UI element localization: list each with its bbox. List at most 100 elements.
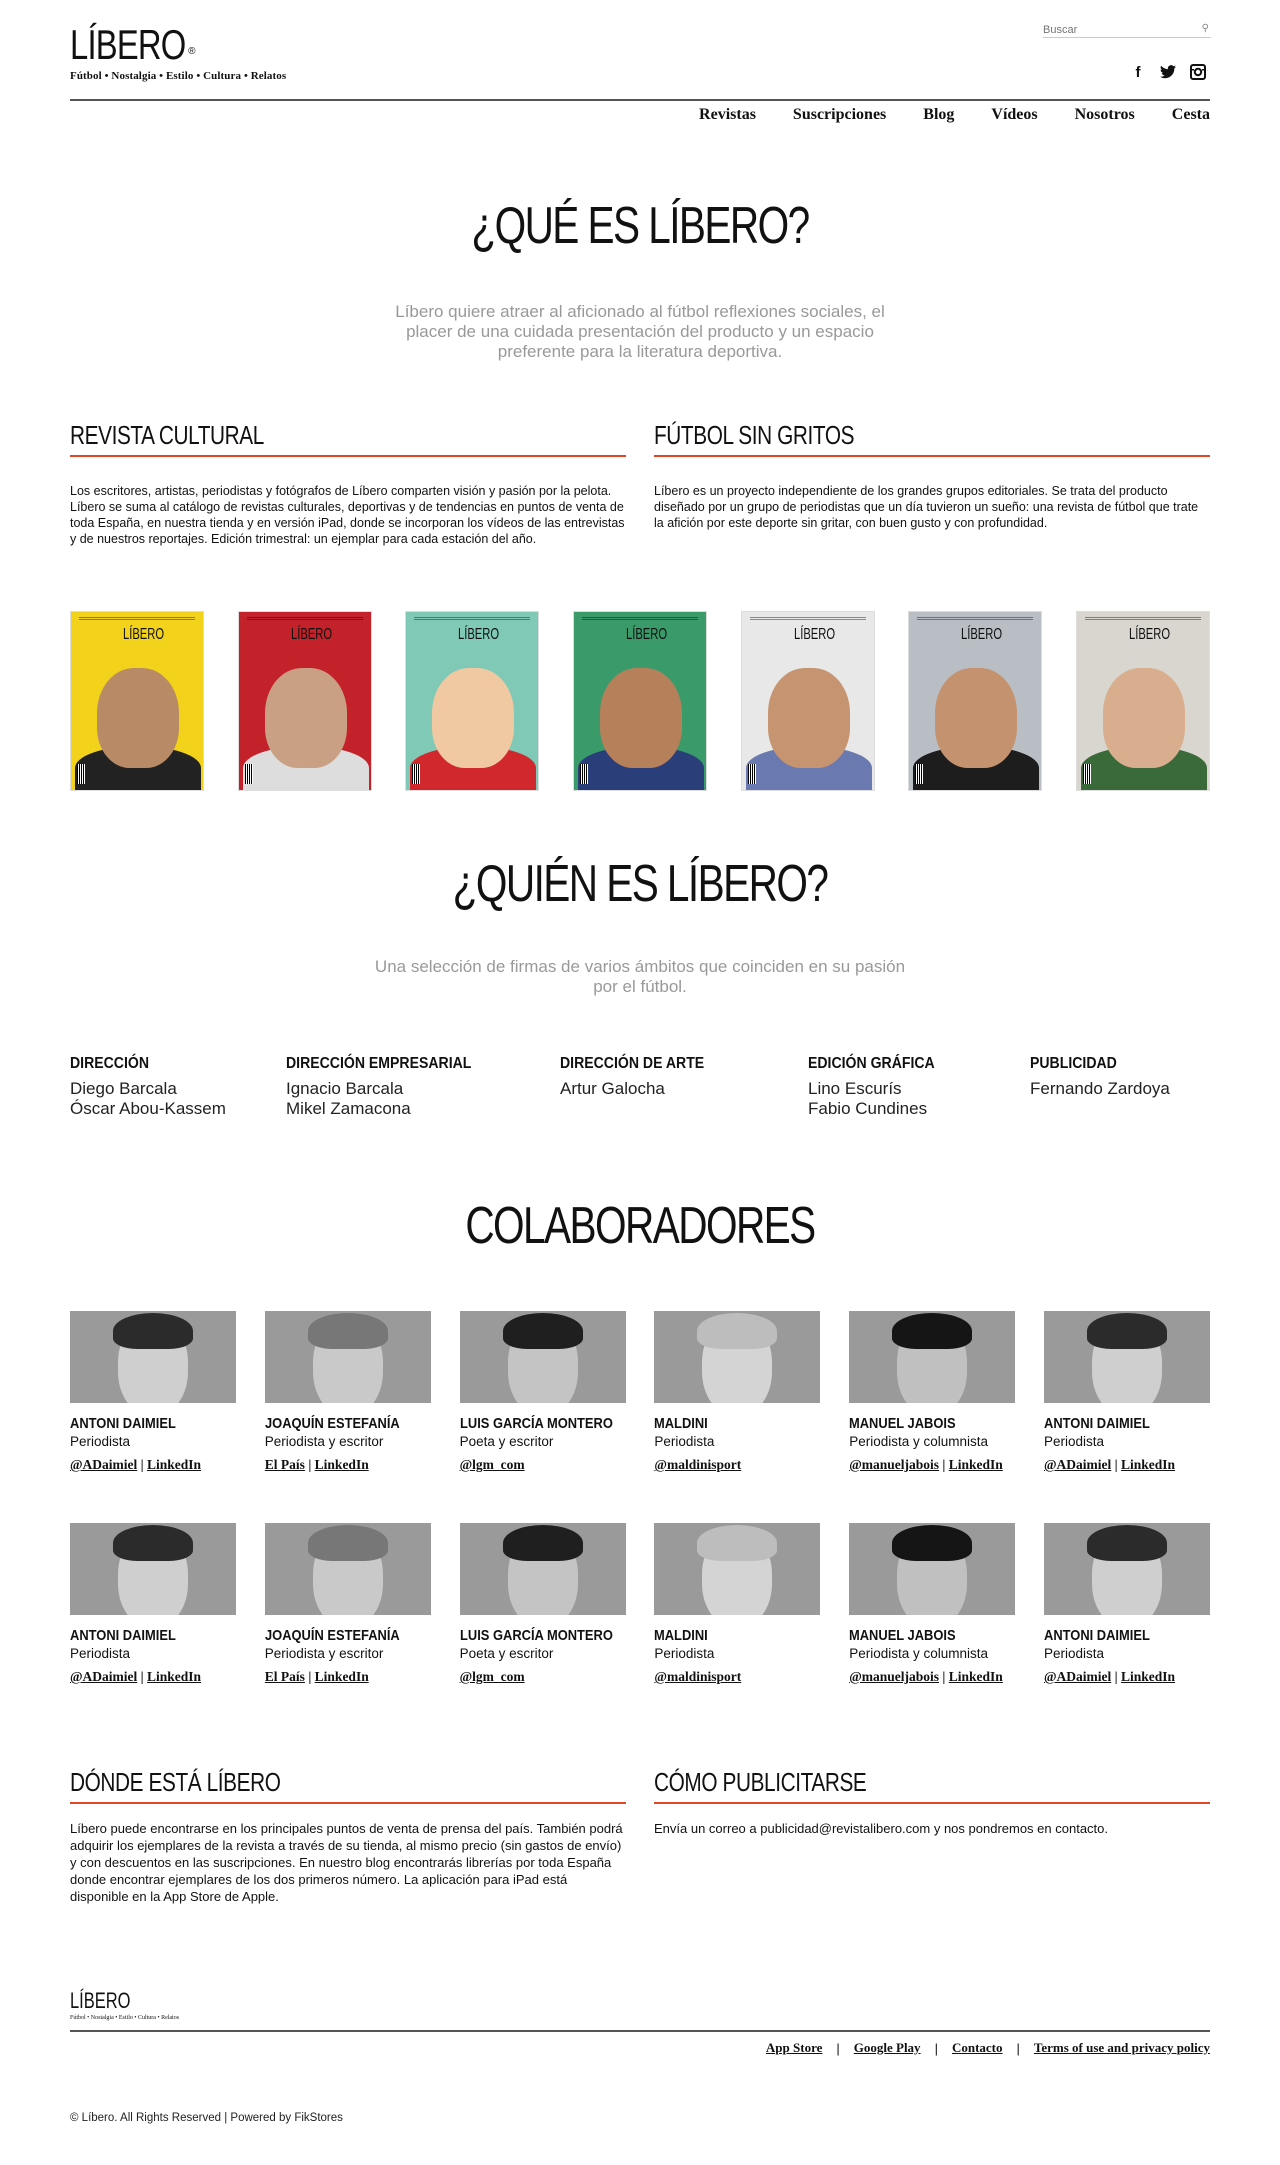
collaborator-name: LUIS GARCÍA MONTERO <box>459 1627 613 1644</box>
collaborator-link[interactable]: @manueljabois <box>849 1669 939 1684</box>
collaborator-card: MANUEL JABOIS Periodista y columnista @man… <box>849 1311 1016 1473</box>
collaborator-photo <box>459 1523 626 1615</box>
collaborator-link[interactable]: LinkedIn <box>147 1457 201 1472</box>
nav-nosotros[interactable]: Nosotros <box>1075 106 1135 124</box>
team-member-name: Lino Escurís <box>808 1079 902 1098</box>
collaborator-link[interactable]: LinkedIn <box>1121 1669 1175 1684</box>
twitter-icon[interactable] <box>1160 64 1176 80</box>
nav-suscripciones[interactable]: Suscripciones <box>793 106 886 124</box>
magazine-cover[interactable]: LÍBERO <box>740 611 875 791</box>
footer-link-terms[interactable]: Terms of use and privacy policy <box>1034 2040 1210 2056</box>
nav-blog[interactable]: Blog <box>923 106 954 124</box>
section-title: CÓMO PUBLICITARSE <box>654 1767 867 1797</box>
site-logo[interactable]: LÍBERO ® Fútbol • Nostalgia • Estilo • Cu… <box>70 21 287 83</box>
section-rule <box>654 1802 1210 1804</box>
footer-link-google-play[interactable]: Google Play <box>854 2040 921 2056</box>
cover-masthead: LÍBERO <box>1128 626 1171 643</box>
collaborator-card: ANTONI DAIMIEL Periodista @ADaimiel | Link… <box>70 1523 236 1685</box>
nav-cesta[interactable]: Cesta <box>1172 106 1210 124</box>
team-role: EDICIÓN GRÁFICA <box>808 1055 935 1072</box>
section-title: REVISTA CULTURAL <box>70 420 264 450</box>
collaborator-link[interactable]: LinkedIn <box>147 1669 201 1684</box>
team-member-name: Artur Galocha <box>560 1079 665 1098</box>
nav-videos[interactable]: Vídeos <box>991 106 1037 124</box>
collaborator-card: MALDINI Periodista @maldinisport <box>654 1311 821 1473</box>
nav-revistas[interactable]: Revistas <box>699 106 756 124</box>
facebook-icon[interactable]: f <box>1130 64 1146 81</box>
collaborator-link[interactable]: El País <box>265 1669 305 1684</box>
photo-hair <box>502 1525 583 1561</box>
social-links: f <box>1130 64 1206 81</box>
search-box: ⚲ <box>1043 20 1211 38</box>
collaborator-link[interactable]: @ADaimiel <box>1044 1669 1111 1684</box>
collaborator-role: Poeta y escritor <box>459 1434 554 1449</box>
footer-separator: | <box>1016 2040 1020 2056</box>
collaborator-link[interactable]: @ADaimiel <box>70 1669 137 1684</box>
section-text: Líbero puede encontrarse en los principa… <box>70 1821 623 1904</box>
collaborator-links: El País | LinkedIn <box>265 1457 431 1473</box>
collaborator-role: Periodista y columnista <box>849 1434 988 1449</box>
instagram-icon[interactable] <box>1190 64 1206 80</box>
collaborator-links: @manueljabois | LinkedIn <box>849 1457 1015 1473</box>
magazine-cover[interactable]: LÍBERO <box>1075 611 1210 791</box>
search-icon[interactable]: ⚲ <box>1202 23 1209 34</box>
magazine-cover[interactable]: LÍBERO <box>237 611 372 791</box>
team-member-name: Mikel Zamacona <box>286 1099 411 1118</box>
main-nav: Revistas Suscripciones Blog Vídeos Nosot… <box>699 106 1210 124</box>
collaborator-link[interactable]: LinkedIn <box>949 1669 1003 1684</box>
collaborator-link[interactable]: El País <box>265 1457 305 1472</box>
link-separator: | <box>140 1669 144 1684</box>
photo-hair <box>697 1313 778 1349</box>
collaborator-links: @ADaimiel | LinkedIn <box>1044 1457 1210 1473</box>
magazine-cover[interactable]: LÍBERO <box>908 611 1043 791</box>
footer-link-contacto[interactable]: Contacto <box>952 2040 1003 2056</box>
header-divider <box>70 99 1210 101</box>
collaborator-card: ANTONI DAIMIEL Periodista @ADaimiel | Link… <box>1043 1311 1210 1473</box>
footer-link-app-store[interactable]: App Store <box>766 2040 822 2056</box>
quien-es-intro: Una selección de firmas de varios ámbito… <box>374 957 906 996</box>
logo-registered-mark: ® <box>188 46 196 57</box>
collaborator-link[interactable]: LinkedIn <box>315 1457 369 1472</box>
collaborator-role: Periodista y escritor <box>264 1434 384 1449</box>
section-title: FÚTBOL SIN GRITOS <box>654 420 855 450</box>
collaborator-link[interactable]: @ADaimiel <box>1044 1457 1111 1472</box>
collaborator-links: @lgm_com <box>460 1457 626 1473</box>
collaborator-link[interactable]: @lgm_com <box>460 1669 525 1684</box>
colaboradores-title: COLABORADORES <box>465 1197 816 1255</box>
collaborator-links: @maldinisport <box>654 1457 820 1473</box>
collaborator-links: El País | LinkedIn <box>265 1669 431 1685</box>
magazine-cover[interactable]: LÍBERO <box>405 611 540 791</box>
collaborator-card: ANTONI DAIMIEL Periodista @ADaimiel | Link… <box>70 1311 236 1473</box>
logo-tagline: Fútbol • Nostalgia • Estilo • Cultura • … <box>70 70 287 82</box>
team-column: PUBLICIDAD Fernando Zardoya <box>1030 1055 1210 1119</box>
magazine-cover[interactable]: LÍBERO <box>70 611 204 791</box>
team-role: DIRECCIÓN DE ARTE <box>560 1055 705 1072</box>
collaborator-links: @manueljabois | LinkedIn <box>849 1669 1015 1685</box>
collaborator-link[interactable]: @maldinisport <box>654 1669 741 1684</box>
photo-hair <box>697 1525 778 1561</box>
footer-logo[interactable]: LÍBERO Fútbol • Nostalgia • Estilo • Cul… <box>70 1988 179 2021</box>
collaborator-link[interactable]: @ADaimiel <box>70 1457 137 1472</box>
collaborator-link[interactable]: LinkedIn <box>1121 1457 1175 1472</box>
collaborator-role: Periodista <box>654 1434 715 1449</box>
team-member-name: Fabio Cundines <box>808 1099 928 1118</box>
collaborator-link[interactable]: LinkedIn <box>949 1457 1003 1472</box>
collaborator-link[interactable]: @lgm_com <box>460 1457 525 1472</box>
logo-wordmark: LÍBERO <box>70 21 186 68</box>
collaborator-name: JOAQUÍN ESTEFANÍA <box>264 1415 400 1432</box>
cover-figure-face <box>599 668 682 768</box>
team-member-name: Diego Barcala <box>70 1079 177 1098</box>
collaborator-link[interactable]: @maldinisport <box>654 1457 741 1472</box>
footer-links: App Store | Google Play | Contacto | Ter… <box>766 2040 1210 2056</box>
collaborator-links: @lgm_com <box>460 1669 626 1685</box>
collaborator-name: ANTONI DAIMIEL <box>1043 1627 1150 1644</box>
collaborator-card: LUIS GARCÍA MONTERO Poeta y escritor @lgm_… <box>459 1523 626 1685</box>
cover-masthead: LÍBERO <box>793 626 835 643</box>
magazine-cover[interactable]: LÍBERO <box>572 611 707 791</box>
search-input[interactable] <box>1043 22 1193 38</box>
section-text: Líbero es un proyecto independiente de l… <box>654 484 1199 530</box>
collaborator-link[interactable]: @manueljabois <box>849 1457 939 1472</box>
collaborator-role: Periodista <box>1043 1434 1105 1449</box>
collaborator-role: Periodista y escritor <box>264 1646 384 1661</box>
collaborator-link[interactable]: LinkedIn <box>315 1669 369 1684</box>
